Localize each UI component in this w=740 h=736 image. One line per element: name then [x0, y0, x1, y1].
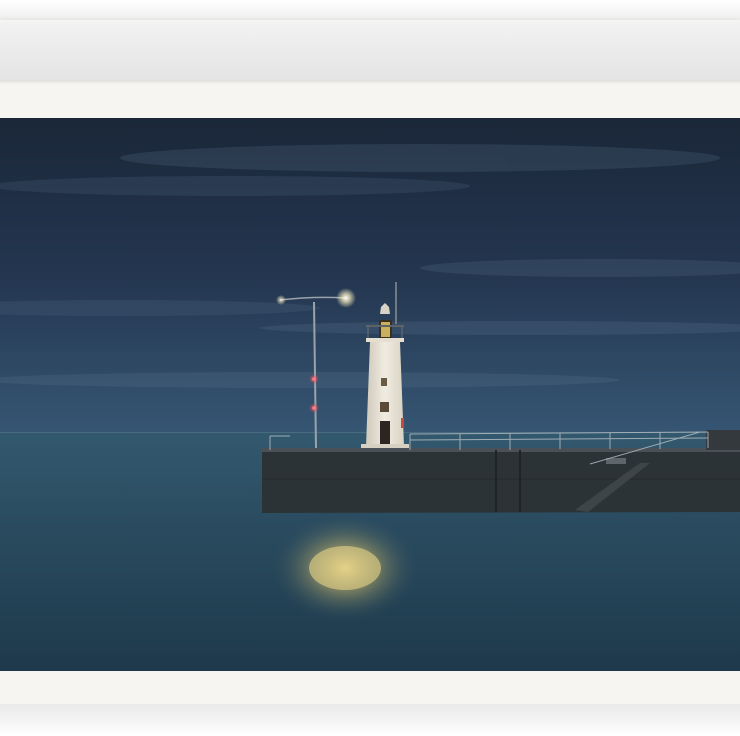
backdrop-bottom — [0, 704, 740, 736]
pier-end-block — [706, 430, 740, 450]
pier-top-edge — [262, 448, 740, 452]
photo-scene — [0, 118, 740, 671]
lighthouse-window — [381, 378, 387, 386]
backdrop-top — [0, 0, 740, 20]
print-top-border — [0, 22, 740, 80]
print-top-shadow — [0, 80, 740, 84]
lighthouse-window — [380, 402, 389, 412]
lighthouse-door — [380, 421, 390, 446]
pier-wall — [262, 448, 740, 513]
light-reflection-core — [309, 546, 381, 590]
lamp-light — [336, 288, 356, 308]
lighthouse-photograph — [0, 118, 740, 671]
